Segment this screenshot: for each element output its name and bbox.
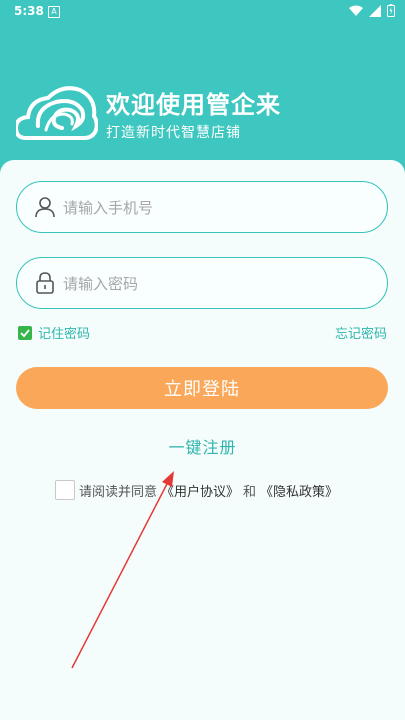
remember-label: 记住密码 bbox=[38, 327, 91, 342]
phone-field[interactable]: 请输入手机号 bbox=[16, 181, 388, 233]
app-subtitle: 打造新时代智慧店铺 bbox=[106, 125, 241, 141]
status-icons bbox=[349, 4, 395, 17]
privacy-policy-link[interactable]: 《隐私政策》 bbox=[260, 481, 338, 500]
agreement-and: 和 bbox=[243, 484, 257, 500]
user-icon bbox=[35, 197, 55, 218]
agreement-row: 请阅读并同意 《用户协议》 和 《隐私政策》 bbox=[55, 480, 338, 500]
status-bar: 5:38 A bbox=[0, 0, 405, 24]
forgot-password-link[interactable]: 忘记密码 bbox=[335, 323, 387, 342]
lock-icon bbox=[36, 272, 54, 294]
login-button[interactable]: 立即登陆 bbox=[16, 367, 388, 409]
password-field[interactable]: 请输入密码 bbox=[16, 257, 388, 309]
status-time: 5:38 bbox=[14, 4, 44, 18]
app-title: 欢迎使用管企来 bbox=[106, 91, 281, 119]
agreement-checkbox[interactable] bbox=[55, 480, 75, 500]
cloud-logo-icon bbox=[16, 86, 98, 140]
user-agreement-link[interactable]: 《用户协议》 bbox=[161, 481, 239, 500]
register-link[interactable]: 一键注册 bbox=[0, 434, 405, 458]
agreement-prefix: 请阅读并同意 bbox=[79, 484, 158, 500]
signal-icon bbox=[369, 4, 381, 17]
password-input[interactable]: 请输入密码 bbox=[63, 273, 138, 294]
remember-password-toggle[interactable]: 记住密码 bbox=[18, 323, 90, 342]
brand-block: 欢迎使用管企来 打造新时代智慧店铺 bbox=[16, 80, 396, 150]
wifi-icon bbox=[349, 5, 363, 16]
notification-a-icon: A bbox=[48, 6, 60, 18]
phone-input[interactable]: 请输入手机号 bbox=[63, 197, 153, 218]
battery-icon bbox=[387, 4, 395, 17]
header-banner: 5:38 A 欢迎使用管企来 打造新时代智慧店铺 bbox=[0, 0, 405, 175]
check-icon bbox=[20, 328, 30, 337]
remember-checkbox[interactable] bbox=[18, 325, 32, 340]
